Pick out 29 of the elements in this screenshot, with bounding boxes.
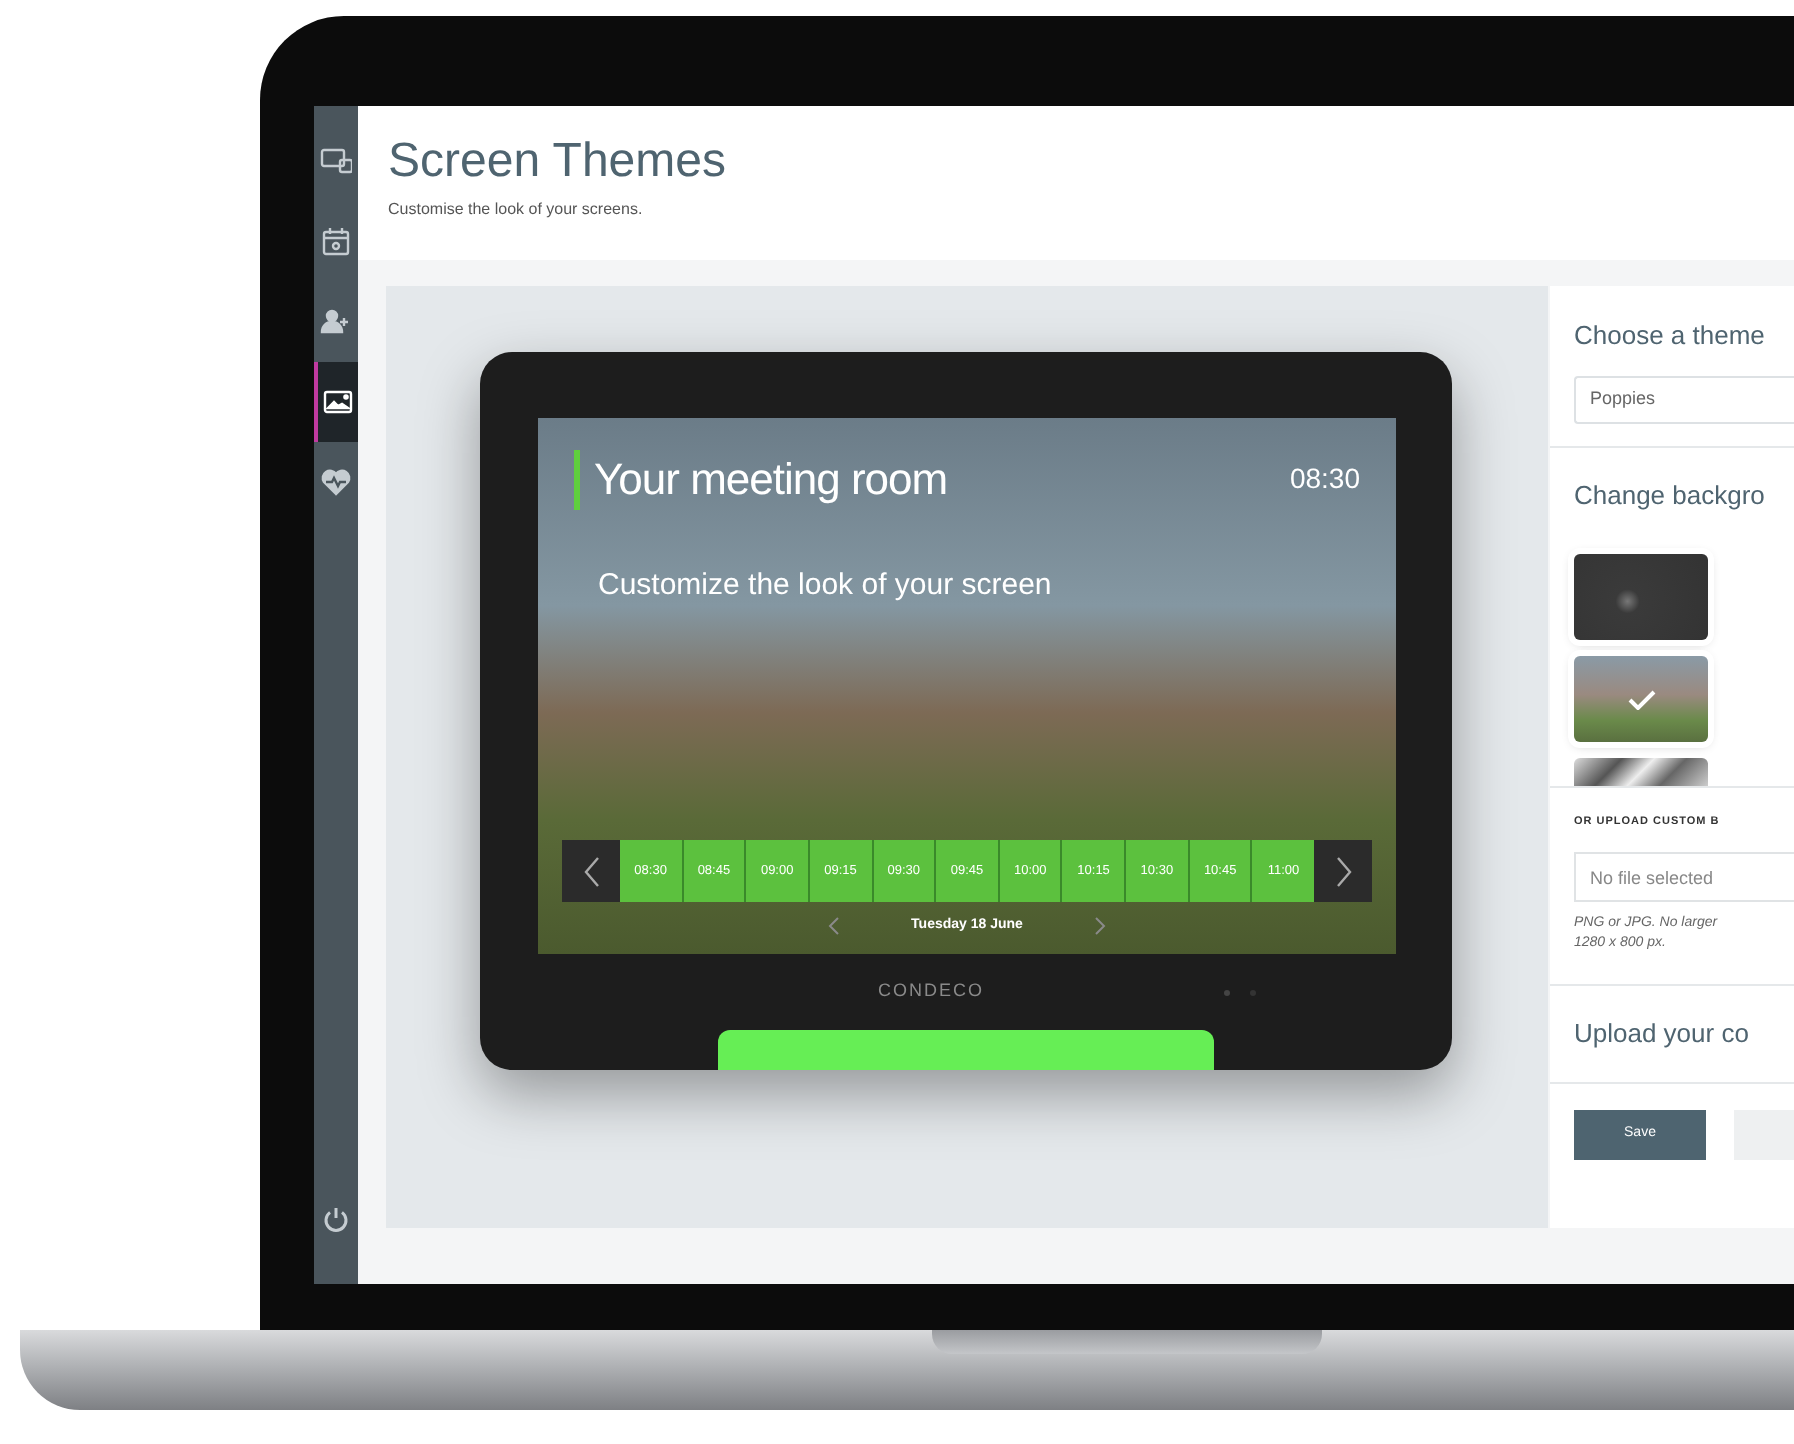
room-title: Your meeting room: [594, 452, 948, 508]
previous-button[interactable]: [562, 840, 620, 903]
accent-bar: [574, 449, 580, 509]
image-icon: [322, 386, 354, 418]
chevron-right-icon[interactable]: [1094, 916, 1107, 937]
health-icon: [320, 466, 352, 498]
calendar-icon: [320, 226, 352, 258]
devices-icon: [320, 146, 352, 178]
chevron-right-icon: [1335, 855, 1351, 888]
background-thumbnail[interactable]: [1574, 758, 1708, 786]
file-field[interactable]: No file selected: [1574, 852, 1794, 903]
checkmark-icon: [1627, 689, 1655, 709]
background-thumbnail[interactable]: [1574, 554, 1708, 640]
page-title: Screen Themes: [388, 132, 728, 192]
chevron-left-icon: [583, 855, 599, 888]
screen-message: Customize the look of your screen: [598, 566, 1054, 606]
power-icon[interactable]: [322, 1206, 350, 1234]
theme-select[interactable]: Poppies: [1574, 375, 1794, 423]
section-heading: Change backgro: [1574, 477, 1767, 514]
page-subtitle: Customise the look of your screens.: [388, 198, 645, 222]
next-button[interactable]: [1314, 840, 1372, 903]
chevron-left-icon[interactable]: [827, 916, 840, 937]
users-icon: [320, 306, 352, 338]
clock-time: 08:30: [1289, 460, 1360, 498]
sidebar-item[interactable]: [314, 362, 358, 442]
brand-label: CONDECO: [878, 978, 985, 1005]
background-thumbnail[interactable]: [1574, 656, 1708, 742]
section-heading: Upload your co: [1574, 1016, 1751, 1053]
section-heading: Choose a theme: [1574, 318, 1767, 354]
